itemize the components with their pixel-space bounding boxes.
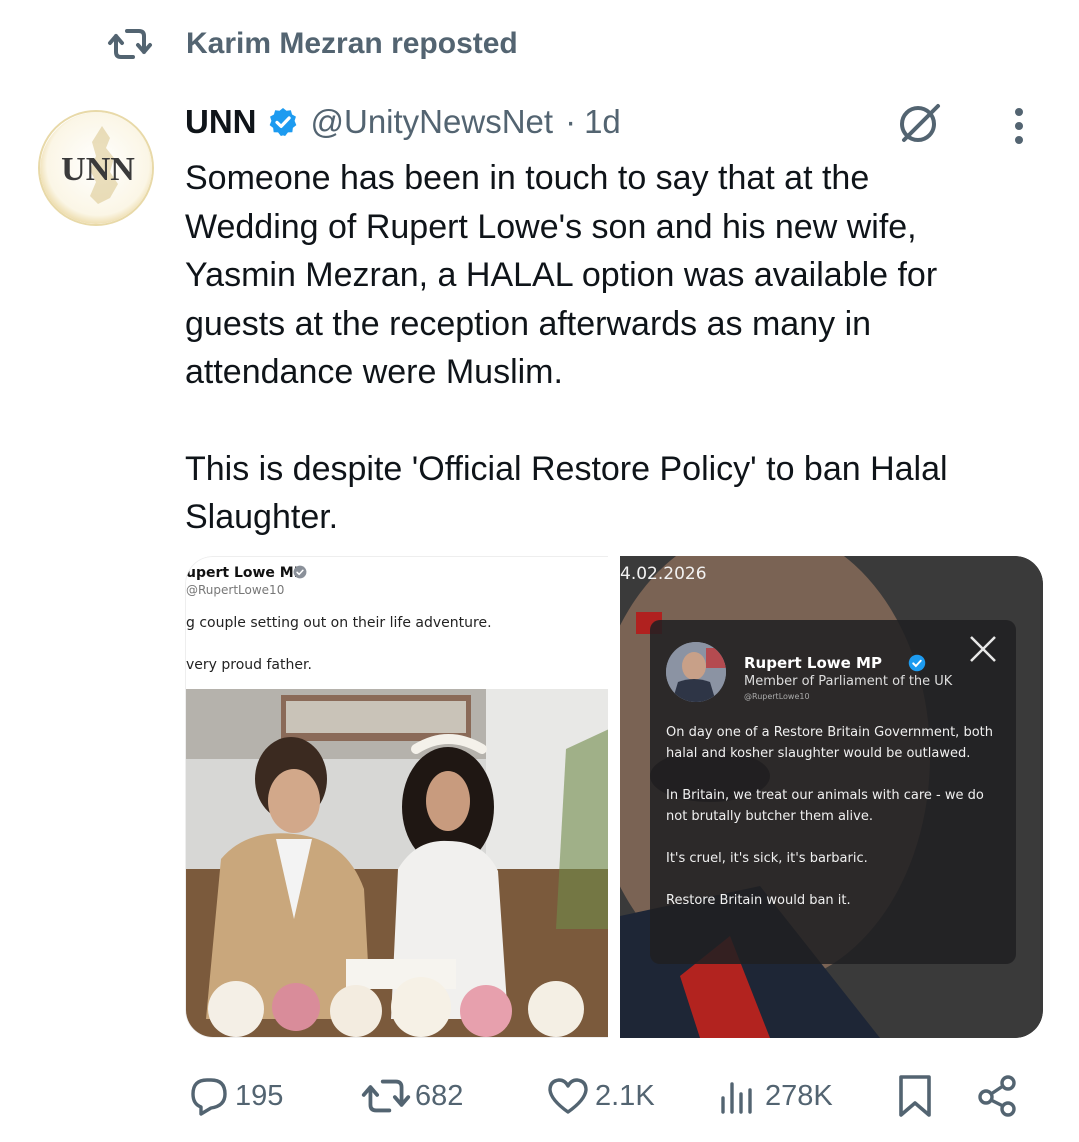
grok-icon[interactable] (894, 98, 944, 148)
tweet-text: Someone has been in touch to say that at… (185, 154, 1045, 542)
tweet-time[interactable]: 1d (584, 103, 621, 141)
tweet-paragraph: This is despite 'Official Restore Policy… (185, 449, 948, 537)
embedded-author-handle: @RupertLowe10 (744, 692, 810, 701)
tweet-header: UNN @UnityNewsNet · 1d (185, 100, 621, 144)
views-button[interactable]: 278K (717, 1066, 833, 1126)
repost-icon (108, 29, 152, 59)
unn-logo-icon: UNN (40, 112, 152, 224)
repost-button[interactable]: 682 (357, 1066, 463, 1126)
embedded-text-line: very proud father. (186, 657, 312, 673)
embedded-paragraph: Restore Britain would ban it. (666, 893, 851, 908)
media-image-left[interactable]: upert Lowe MP @RupertLowe10 g couple set… (185, 556, 608, 1038)
repost-icon (361, 1079, 411, 1113)
tweet-paragraph: Someone has been in touch to say that at… (185, 159, 938, 391)
embedded-author-title: Member of Parliament of the UK (744, 674, 953, 689)
repost-indicator[interactable]: Karim Mezran reposted (106, 26, 518, 62)
date-label: 4.02.2026 (620, 564, 707, 584)
embedded-post-text: On day one of a Restore Britain Governme… (666, 722, 1006, 911)
wedding-photo (186, 689, 608, 1037)
more-options-icon[interactable] (1006, 104, 1032, 148)
views-count: 278K (765, 1079, 833, 1112)
verified-badge-icon (293, 565, 307, 579)
like-button[interactable]: 2.1K (545, 1066, 655, 1126)
embedded-paragraph: On day one of a Restore Britain Governme… (666, 725, 993, 761)
embedded-author-handle: @RupertLowe10 (186, 583, 285, 597)
time-separator: · (565, 103, 577, 140)
analytics-icon (721, 1082, 752, 1114)
media-image-right[interactable]: 4.02.2026 Rupert Lowe MP Member of Parli… (620, 556, 1043, 1038)
reply-count: 195 (235, 1079, 284, 1112)
action-bar: 195 682 2.1K 278K (185, 1066, 1045, 1126)
repost-count: 682 (415, 1079, 464, 1112)
media-grid: upert Lowe MP @RupertLowe10 g couple set… (185, 556, 1043, 1038)
repost-text: Karim Mezran reposted (186, 27, 518, 60)
author-handle[interactable]: @UnityNewsNet (311, 103, 554, 141)
reply-icon (191, 1078, 227, 1116)
reply-button[interactable]: 195 (187, 1066, 283, 1126)
embedded-text-line: g couple setting out on their life adven… (186, 615, 492, 631)
share-button[interactable] (975, 1066, 1021, 1126)
embedded-post-card: Rupert Lowe MP Member of Parliament of t… (650, 620, 1016, 964)
embedded-author-name: upert Lowe MP (186, 565, 304, 581)
like-count: 2.1K (595, 1079, 655, 1112)
verified-badge-icon (269, 108, 296, 136)
avatar (666, 642, 726, 702)
share-icon (978, 1075, 1016, 1117)
embedded-author-name: Rupert Lowe MP (744, 654, 882, 672)
embedded-paragraph: In Britain, we treat our animals with ca… (666, 788, 984, 824)
avatar[interactable]: UNN (38, 110, 154, 226)
bookmark-button[interactable] (895, 1066, 935, 1126)
svg-text:UNN: UNN (61, 151, 135, 188)
embedded-paragraph: It's cruel, it's sick, it's barbaric. (666, 851, 868, 866)
author-name[interactable]: UNN (185, 103, 257, 141)
x-logo-icon (970, 636, 996, 662)
verified-badge-icon (908, 654, 926, 672)
heart-icon (548, 1078, 588, 1114)
bookmark-icon (899, 1075, 931, 1117)
